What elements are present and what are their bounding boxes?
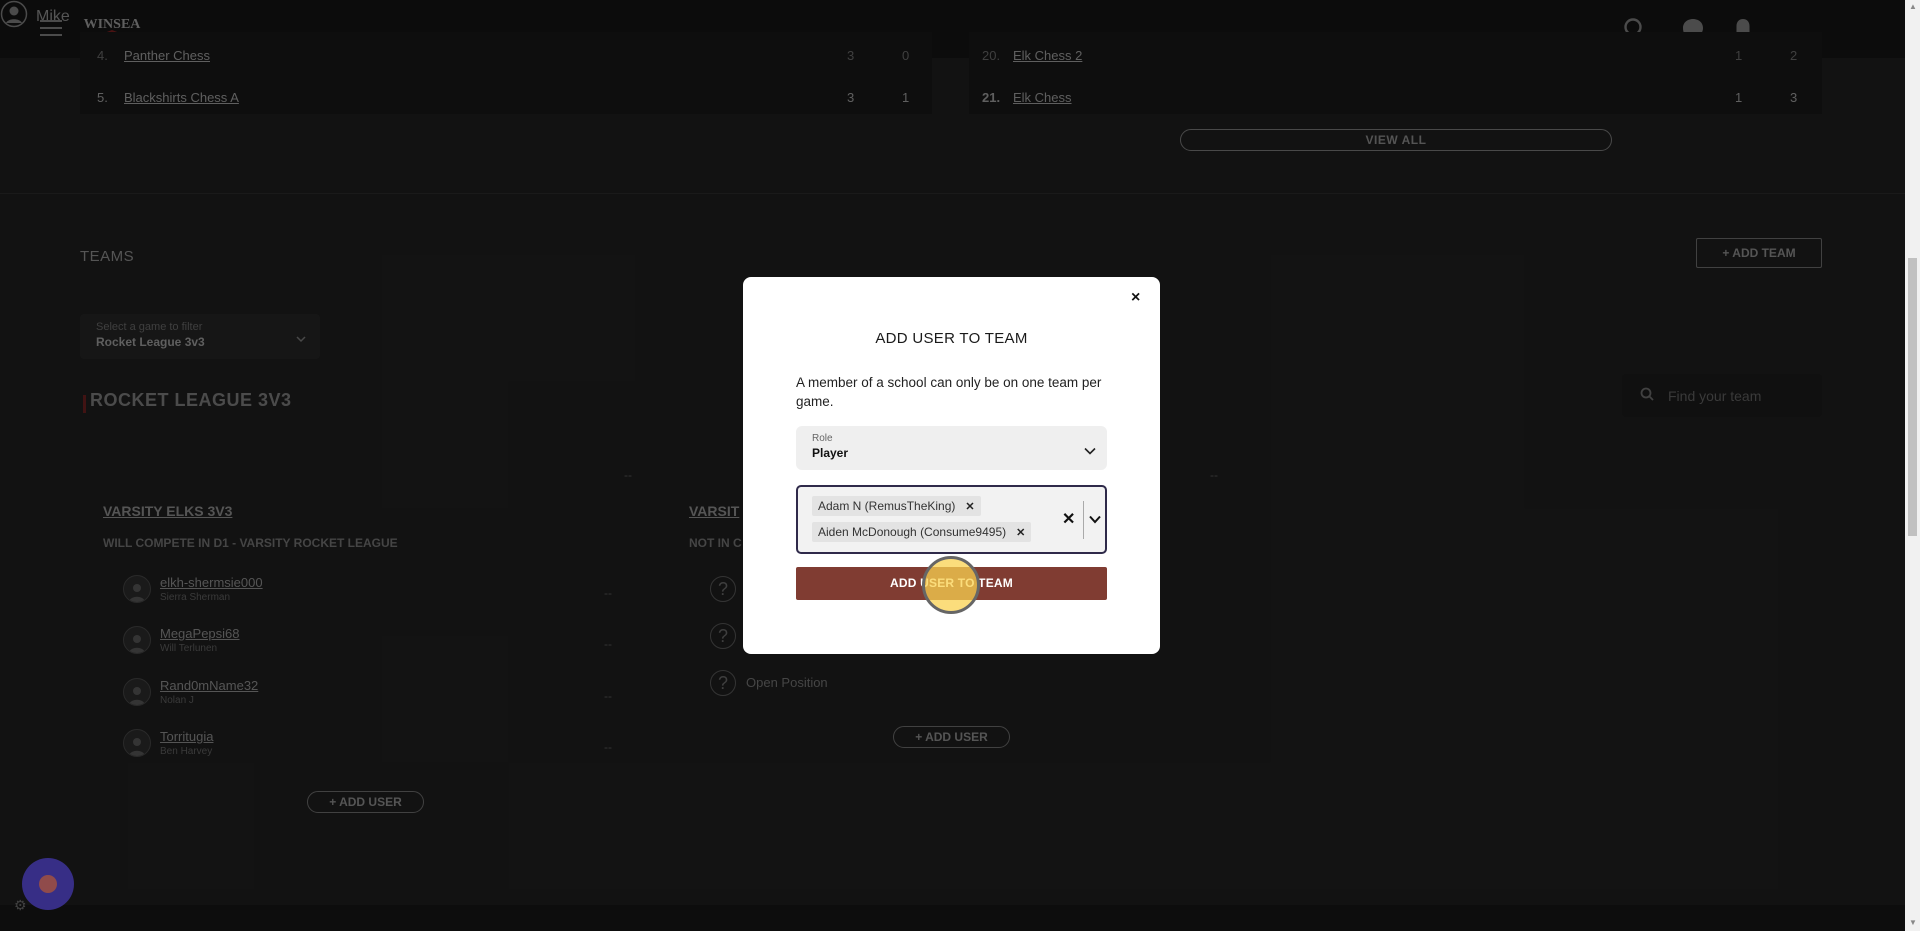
scroll-down-arrow-icon[interactable]: ▼ (1909, 918, 1917, 927)
clear-selection-icon[interactable]: ✕ (1062, 509, 1075, 529)
dropdown-chevron-icon[interactable] (1089, 511, 1101, 529)
modal-title: ADD USER TO TEAM (875, 330, 1028, 347)
click-indicator (922, 556, 980, 614)
role-value: Player (812, 446, 849, 460)
remove-chip-icon[interactable]: ✕ (1016, 526, 1025, 539)
selected-user-chip: Adam N (RemusTheKing) ✕ (812, 496, 981, 516)
chevron-down-icon (1084, 442, 1096, 460)
user-multiselect[interactable]: Adam N (RemusTheKing) ✕ Aiden McDonough … (796, 485, 1107, 554)
chip-label: Adam N (RemusTheKing) (818, 499, 956, 513)
close-icon[interactable]: × (1131, 289, 1140, 307)
select-divider (1083, 501, 1084, 539)
chip-label: Aiden McDonough (Consume9495) (818, 525, 1007, 539)
role-label: Role (812, 433, 833, 444)
remove-chip-icon[interactable]: ✕ (965, 500, 974, 513)
scroll-up-arrow-icon[interactable]: ▲ (1909, 2, 1917, 11)
scrollbar-thumb[interactable] (1908, 258, 1917, 536)
selected-user-chip: Aiden McDonough (Consume9495) ✕ (812, 522, 1032, 542)
modal-description: A member of a school can only be on one … (796, 375, 1102, 409)
role-select[interactable]: Role Player (796, 426, 1107, 470)
